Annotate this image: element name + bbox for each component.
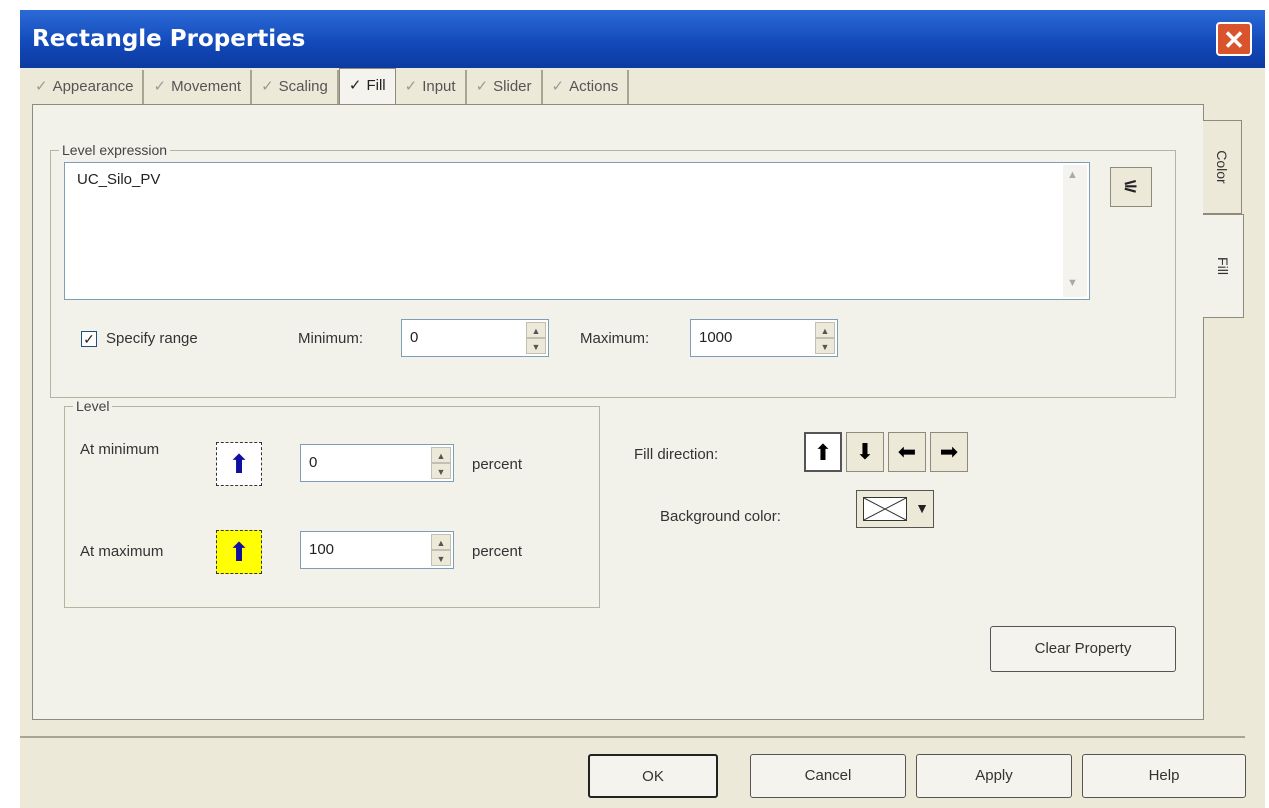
- close-icon: ✕: [1223, 25, 1245, 55]
- minimum-value: 0: [410, 329, 419, 346]
- spin-down-icon[interactable]: ▼: [815, 338, 835, 354]
- expression-browse-button[interactable]: ⚟: [1110, 167, 1152, 207]
- maximum-value: 1000: [699, 329, 733, 346]
- spin-down-icon[interactable]: ▼: [431, 550, 451, 566]
- spin-down-icon[interactable]: ▼: [526, 338, 546, 354]
- scroll-up-icon: ▲: [1067, 169, 1078, 181]
- arrow-up-icon: ⬆: [813, 440, 833, 465]
- check-icon: ✓: [83, 331, 95, 347]
- check-icon: ✓: [475, 78, 489, 95]
- spin-down-icon[interactable]: ▼: [431, 463, 451, 479]
- spin-up-icon[interactable]: ▲: [815, 322, 835, 338]
- at-minimum-value: 0: [309, 454, 318, 471]
- clear-property-button[interactable]: Clear Property: [990, 626, 1176, 672]
- help-button[interactable]: Help: [1082, 754, 1246, 798]
- spin-up-icon[interactable]: ▲: [526, 322, 546, 338]
- check-icon: ✓: [35, 78, 48, 95]
- fill-right-button[interactable]: ➡: [930, 432, 968, 472]
- fill-up-button[interactable]: ⬆: [804, 432, 842, 472]
- minimum-label: Minimum:: [298, 330, 364, 347]
- background-color-picker[interactable]: ▼: [856, 490, 934, 528]
- level-expression-legend: Level expression: [62, 142, 168, 158]
- at-maximum-value: 100: [309, 541, 335, 558]
- at-minimum-color-button[interactable]: ⬆: [216, 442, 262, 486]
- tab-input[interactable]: ✓ Input: [396, 70, 467, 104]
- level-group: Level: [64, 398, 600, 608]
- check-icon: ✓: [551, 78, 565, 95]
- at-maximum-color-button[interactable]: ⬆: [216, 530, 262, 574]
- level-legend: Level: [76, 398, 110, 414]
- title-bar[interactable]: Rectangle Properties ✕: [20, 10, 1265, 68]
- specify-range-checkbox[interactable]: ✓: [81, 331, 97, 347]
- fill-left-button[interactable]: ⬅: [888, 432, 926, 472]
- arrow-up-icon: ⬆: [228, 537, 250, 567]
- window-title: Rectangle Properties: [32, 26, 306, 52]
- tab-actions[interactable]: ✓ Actions: [543, 70, 630, 104]
- check-icon: ✓: [404, 78, 418, 95]
- apply-button[interactable]: Apply: [916, 754, 1072, 798]
- cancel-button[interactable]: Cancel: [750, 754, 906, 798]
- wand-icon: ⚟: [1122, 177, 1140, 197]
- expression-text: UC_Silo_PV: [77, 171, 161, 188]
- arrow-right-icon: ➡: [939, 439, 959, 464]
- at-minimum-label: At minimum: [80, 441, 160, 458]
- at-maximum-unit: percent: [472, 543, 523, 560]
- side-tab-fill[interactable]: Fill: [1203, 214, 1244, 318]
- check-icon: ✓: [153, 78, 167, 95]
- spin-up-icon[interactable]: ▲: [431, 534, 451, 550]
- tab-appearance[interactable]: ✓ Appearance: [26, 70, 145, 104]
- check-icon: ✓: [348, 77, 362, 94]
- background-color-swatch: [863, 497, 907, 521]
- tab-movement[interactable]: ✓ Movement: [144, 70, 253, 104]
- tab-slider[interactable]: ✓ Slider: [467, 70, 543, 104]
- fill-down-button[interactable]: ⬇: [846, 432, 884, 472]
- arrow-down-icon: ⬇: [855, 439, 875, 464]
- minimum-spinner[interactable]: 0 ▲ ▼: [401, 319, 549, 357]
- background-color-label: Background color:: [660, 508, 781, 525]
- footer-separator: [20, 736, 1245, 738]
- at-maximum-spinner[interactable]: 100 ▲ ▼: [300, 531, 454, 569]
- level-expression-input[interactable]: UC_Silo_PV ▲ ▼: [64, 162, 1090, 300]
- at-minimum-unit: percent: [472, 456, 523, 473]
- maximum-spinner[interactable]: 1000 ▲ ▼: [690, 319, 838, 357]
- specify-range-label: Specify range: [106, 330, 198, 347]
- fill-direction-label: Fill direction:: [634, 446, 719, 463]
- side-tab-color[interactable]: Color: [1203, 120, 1242, 214]
- chevron-down-icon: ▼: [915, 500, 929, 516]
- arrow-up-icon: ⬆: [228, 449, 250, 479]
- expression-scrollbar[interactable]: ▲ ▼: [1063, 165, 1087, 297]
- close-button[interactable]: ✕: [1216, 22, 1252, 56]
- tab-scaling[interactable]: ✓ Scaling: [252, 70, 339, 104]
- ok-button[interactable]: OK: [588, 754, 718, 798]
- no-color-icon: [863, 497, 907, 521]
- at-minimum-spinner[interactable]: 0 ▲ ▼: [300, 444, 454, 482]
- scroll-down-icon: ▼: [1067, 277, 1078, 289]
- maximum-label: Maximum:: [580, 330, 650, 347]
- check-icon: ✓: [261, 78, 274, 95]
- at-maximum-label: At maximum: [80, 543, 164, 560]
- arrow-left-icon: ⬅: [897, 439, 917, 464]
- tab-strip: ✓ Appearance ✓ Movement ✓ Scaling ✓ Fill ✓ In…: [26, 68, 630, 106]
- tab-fill[interactable]: ✓ Fill: [338, 68, 396, 106]
- spin-up-icon[interactable]: ▲: [431, 447, 451, 463]
